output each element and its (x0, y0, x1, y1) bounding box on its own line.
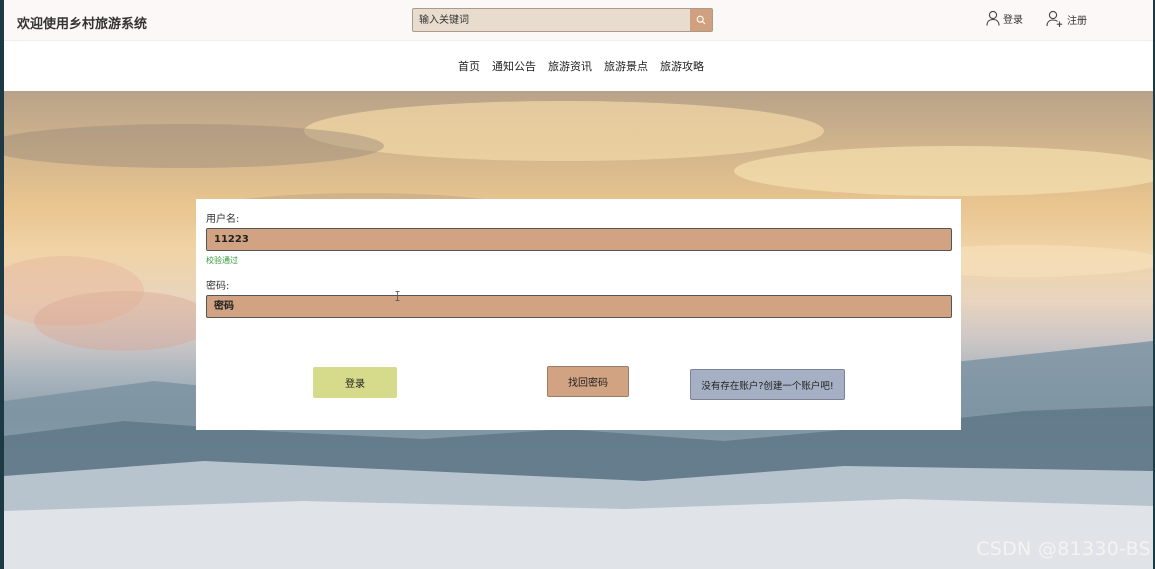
search-button[interactable] (690, 9, 712, 31)
top-bar: 欢迎使用乡村旅游系统 登录 注册 (4, 0, 1153, 41)
password-field[interactable] (206, 295, 952, 318)
register-link-label: 注册 (1067, 15, 1087, 27)
validation-message: 校验通过 (206, 256, 238, 265)
search-box (412, 8, 713, 32)
login-form-card: 用户名: 校验通过 密码: 登录 找回密码 没有存在账户?创建一个账户吧! (196, 199, 961, 430)
search-input[interactable] (413, 9, 689, 31)
nav-item-guides[interactable]: 旅游攻略 (660, 58, 704, 74)
username-label: 用户名: (206, 214, 240, 225)
register-link[interactable]: 注册 (1046, 10, 1087, 28)
main-nav: 首页 通知公告 旅游资讯 旅游景点 旅游攻略 (4, 41, 1153, 91)
login-link[interactable]: 登录 (986, 10, 1023, 26)
nav-item-news[interactable]: 旅游资讯 (548, 58, 592, 74)
watermark-text: CSDN @81330-BS (976, 538, 1151, 560)
username-field[interactable] (206, 228, 952, 251)
user-icon (986, 10, 1000, 26)
nav-item-attractions[interactable]: 旅游景点 (604, 58, 648, 74)
login-link-label: 登录 (1003, 14, 1023, 26)
nav-item-home[interactable]: 首页 (458, 58, 480, 74)
create-account-button[interactable]: 没有存在账户?创建一个账户吧! (690, 369, 845, 400)
site-title: 欢迎使用乡村旅游系统 (17, 17, 148, 32)
user-plus-icon (1046, 10, 1063, 27)
text-cursor-icon (395, 291, 400, 301)
login-button[interactable]: 登录 (313, 367, 397, 398)
nav-item-notices[interactable]: 通知公告 (492, 58, 536, 74)
forgot-password-button[interactable]: 找回密码 (547, 366, 629, 397)
search-icon (696, 15, 706, 25)
password-label: 密码: (206, 281, 230, 292)
